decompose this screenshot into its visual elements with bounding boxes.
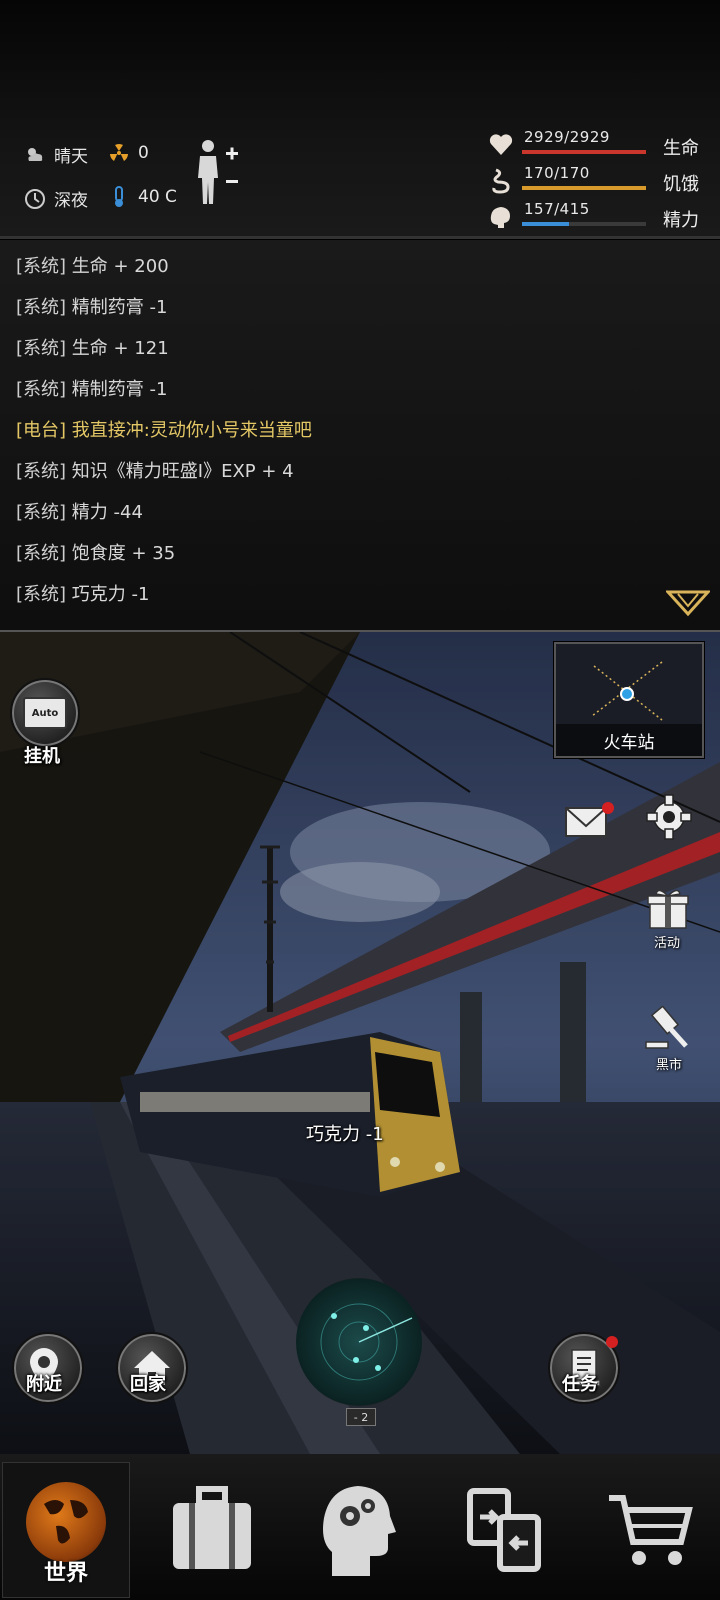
radar-level: - 2 [346,1408,376,1426]
temperature-status: 40 C [108,186,177,208]
weather-text: 晴天 [54,147,88,167]
settings-button[interactable] [644,792,694,842]
log-line: [系统] 精制药膏 -1 [16,379,168,400]
nav-skills[interactable] [294,1462,422,1598]
head-gears-icon [323,1486,396,1576]
mail-icon [565,802,614,837]
gift-icon [647,889,689,929]
nearby-label: 附近 [26,1374,62,1395]
log-line: [系统] 饱食度 + 35 [16,543,176,564]
black-market-label: 黑市 [656,1058,683,1073]
thermometer-icon [108,186,130,208]
hunger-value: 170/170 [524,164,590,182]
temperature-text: 40 C [138,187,177,207]
energy-label: 精力 [663,210,699,231]
body-status-icon[interactable] [196,138,246,208]
scene-view: 巧克力 -1 火车站 Auto 挂机 活动 黑市 附近 回家 任务 - 2 [0,632,720,1454]
events-button[interactable] [646,886,690,930]
log-line: [系统] 生命 + 200 [16,256,169,277]
brain-icon [488,204,514,230]
health-label: 生命 [663,138,699,159]
time-status: 深夜 [24,186,88,211]
status-header: 晴天 0 深夜 40 C 2929/2929 生命 170/170 饥饿 157… [0,0,720,238]
hunger-bar-fill [522,186,646,190]
nav-inventory[interactable] [148,1462,276,1598]
auto-idle-label: 挂机 [24,746,60,767]
radiation-text: 0 [138,143,149,163]
vital-hunger: 170/170 饥饿 [488,164,720,200]
minimap[interactable]: 火车站 [554,642,704,758]
home-label: 回家 [130,1374,166,1395]
events-label: 活动 [654,936,681,951]
black-market-button[interactable] [644,1005,692,1052]
vital-health: 2929/2929 生命 [488,128,720,164]
hunger-bar [522,186,646,190]
header-divider [0,236,720,239]
weather-status: 晴天 [24,142,88,167]
log-line: [系统] 生命 + 121 [16,338,169,359]
radar-scanner[interactable] [296,1278,422,1406]
log-line: [系统] 精制药膏 -1 [16,297,168,318]
nav-exchange[interactable] [440,1462,568,1598]
gavel-icon [645,1005,688,1049]
log-line: [系统] 知识《精力旺盛Ⅰ》EXP + 4 [16,461,294,482]
vital-energy: 157/415 精力 [488,200,720,236]
mail-button[interactable] [562,798,614,846]
hunger-label: 饥饿 [663,174,699,195]
tasks-notification-dot [606,1336,618,1348]
minimap-marker-icon [591,661,663,721]
exchange-icon [467,1488,541,1572]
nav-world[interactable]: 世界 [2,1462,130,1598]
location-name: 火车站 [556,724,702,756]
health-bar-fill [522,150,646,154]
auto-idle-button[interactable]: Auto [10,678,80,748]
suitcase-icon [173,1486,251,1569]
bottom-nav: 世界 [0,1454,720,1600]
energy-bar-fill [522,222,569,226]
cloud-sun-icon [24,144,46,166]
radar-icon [320,1303,413,1381]
heart-icon [488,132,514,158]
shopping-cart-icon [609,1495,693,1565]
nav-shop[interactable] [586,1462,714,1598]
expand-log-chevron-icon[interactable] [664,588,712,618]
energy-bar [522,222,646,226]
stomach-icon [488,168,514,194]
time-text: 深夜 [54,191,88,211]
globe-icon [26,1482,106,1562]
gear-icon [646,794,692,840]
energy-value: 157/415 [524,200,590,218]
floating-consumption-text: 巧克力 -1 [306,1124,384,1145]
log-line: [系统] 精力 -44 [16,502,143,523]
tasks-label: 任务 [562,1374,598,1395]
clock-icon [24,188,46,210]
log-line: [系统] 巧克力 -1 [16,584,150,605]
laptop-icon: Auto [23,697,67,729]
message-log[interactable]: [系统] 生命 + 200 [系统] 精制药膏 -1 [系统] 生命 + 121… [0,240,720,630]
health-bar [522,150,646,154]
health-value: 2929/2929 [524,128,610,146]
log-line-radio: [电台] 我直接冲:灵动你小号来当童吧 [16,420,312,441]
nav-world-label: 世界 [43,1561,88,1586]
radiation-icon [108,142,130,164]
radiation-status: 0 [108,142,149,164]
